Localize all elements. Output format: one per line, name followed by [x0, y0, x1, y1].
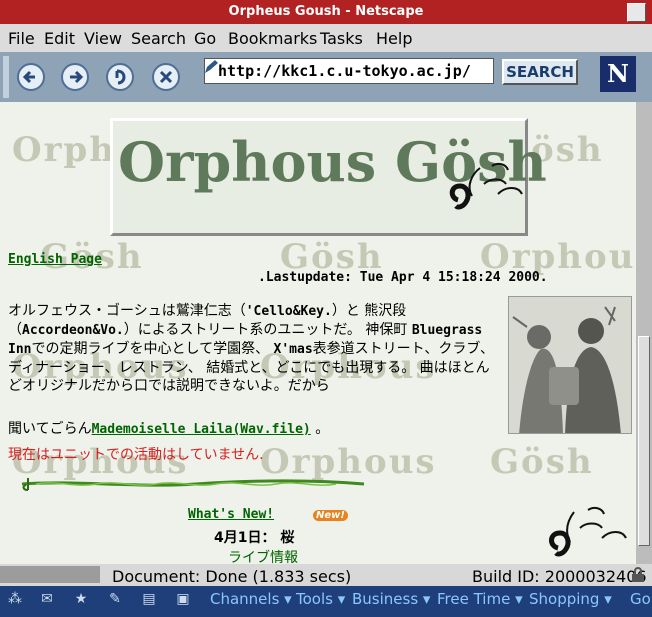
build-id: Build ID: 2000032406 [472, 567, 647, 586]
intro-cello: 'Cello&Key. [245, 304, 332, 319]
band-illustration [509, 297, 631, 433]
menu-file[interactable]: File [8, 29, 35, 48]
channels-menu[interactable]: Channels ▾ [210, 590, 292, 608]
menu-edit[interactable]: Edit [44, 29, 75, 48]
intro-text: ）によるストリート系のユニットだ。 神保町 [123, 322, 408, 338]
address-book-icon[interactable]: ▤ [140, 590, 158, 608]
intro-text: での定期ライブを中心として学園祭、 [31, 341, 270, 357]
menu-go[interactable]: Go [194, 29, 216, 48]
minimize-button[interactable] [627, 3, 646, 22]
intro-paragraph: オルフェウス・ゴーシュは鷲津仁志（'Cello&Key.）と 熊沢段（Accor… [8, 302, 500, 395]
business-menu[interactable]: Business ▾ [352, 590, 430, 608]
url-text: http://kkc1.c.u-tokyo.ac.jp/ [218, 62, 471, 80]
chat-icon[interactable]: ▣ [174, 590, 192, 608]
navigator-icon[interactable]: ★ [72, 590, 90, 608]
new-badge: New! [313, 510, 348, 521]
notice-text: 現在はユニットでの活動はしていません. [8, 447, 264, 463]
stop-button[interactable] [152, 63, 180, 91]
menu-bar: File Edit View Search Go Bookmarks Tasks… [0, 24, 652, 52]
mail-icon[interactable]: ✉ [38, 590, 56, 608]
signature-logo [449, 162, 523, 210]
tools-menu[interactable]: Tools ▾ [296, 590, 345, 608]
netscape-logo[interactable]: N [600, 56, 636, 92]
progress-bar [0, 566, 100, 583]
go-menu[interactable]: Go [630, 590, 651, 608]
free-time-menu[interactable]: Free Time ▾ [437, 590, 523, 608]
scrollbar-thumb[interactable] [638, 336, 650, 546]
menu-bookmarks[interactable]: Bookmarks [228, 29, 317, 48]
reload-icon [115, 69, 126, 85]
listen-line: 聞いてごらんMademoiselle Laila(Wav.file) 。 [8, 418, 329, 438]
stop-icon [159, 70, 173, 84]
menu-tasks[interactable]: Tasks [320, 29, 363, 48]
vine-divider [21, 478, 365, 491]
last-update: .Lastupdate: Tue Apr 4 15:18:24 2000. [258, 270, 548, 285]
intro-text: オルフェウス・ゴーシュは鷲津仁志（ [8, 303, 246, 319]
menu-view[interactable]: View [84, 29, 122, 48]
status-text: Document: Done (1.833 secs) [112, 567, 352, 586]
back-button[interactable] [17, 63, 45, 91]
intro-xmas: X'mas [273, 342, 313, 357]
menu-search[interactable]: Search [131, 29, 186, 48]
menu-help[interactable]: Help [376, 29, 412, 48]
intro-accordeon: Accordeon&Vo. [22, 323, 124, 338]
forward-button[interactable] [61, 63, 89, 91]
watermark: Gösh [490, 442, 594, 482]
security-lock-icon[interactable] [628, 567, 648, 583]
toolbar-grip[interactable] [3, 56, 9, 98]
shopping-menu[interactable]: Shopping ▾ [529, 590, 612, 608]
composer-icon[interactable]: ✎ [106, 590, 124, 608]
forward-arrow-icon [70, 70, 84, 84]
whats-new-link[interactable]: What's New! [188, 507, 274, 522]
band-photo [508, 296, 632, 434]
window-title: Orpheus Goush - Netscape [228, 4, 424, 19]
grip-icon[interactable]: ⁂ [6, 590, 24, 608]
search-button[interactable]: SEARCH [502, 59, 578, 85]
english-page-link[interactable]: English Page [8, 252, 102, 267]
reload-button[interactable] [106, 63, 134, 91]
title-bar: Orpheus Goush - Netscape [0, 0, 652, 24]
back-arrow-icon [22, 70, 35, 84]
news-date: 4月1日： 桜 [214, 530, 295, 546]
mademoiselle-laila-link[interactable]: Mademoiselle Laila(Wav.file) [92, 422, 311, 437]
listen-suffix: 。 [310, 421, 330, 437]
listen-prefix: 聞いてごらん [8, 421, 92, 437]
signature-logo-small [549, 506, 627, 557]
